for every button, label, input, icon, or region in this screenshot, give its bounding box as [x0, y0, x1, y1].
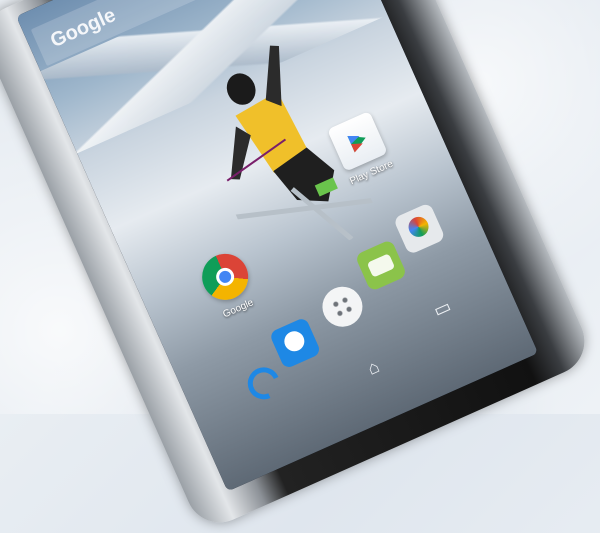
phone-screen: Google Play Store Google ⌂ ▭ [16, 0, 539, 492]
chrome-center-icon [213, 264, 238, 289]
